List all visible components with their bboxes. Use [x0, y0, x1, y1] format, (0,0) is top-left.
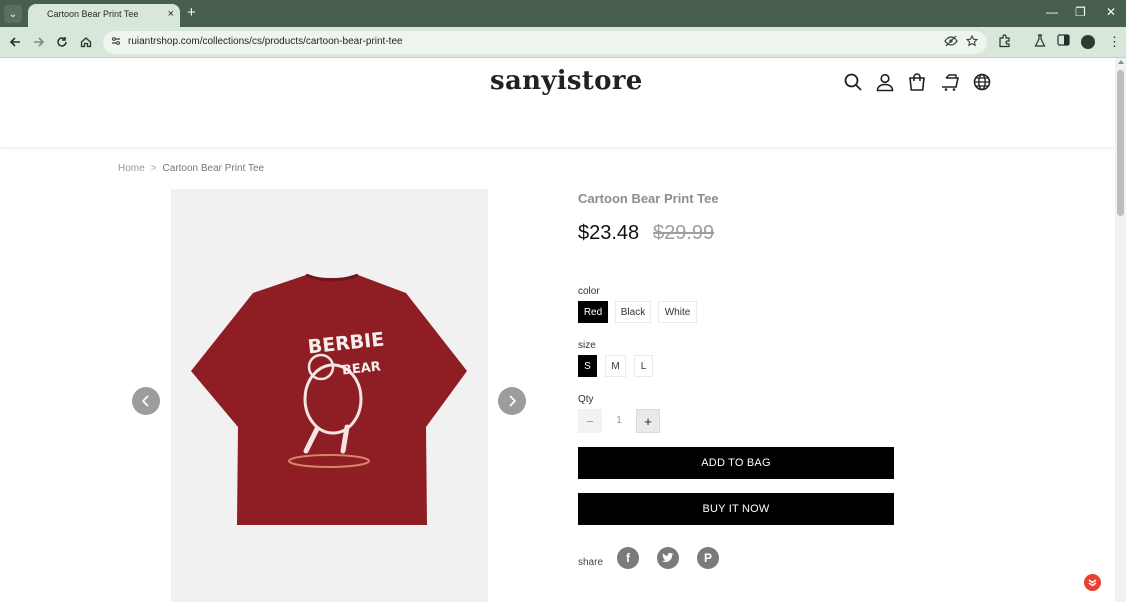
size-option-label: size: [578, 340, 596, 351]
product-price: $23.48: [578, 222, 640, 244]
scrollbar-thumb[interactable]: [1117, 70, 1124, 216]
eye-off-icon[interactable]: [944, 35, 958, 51]
search-icon[interactable]: [843, 72, 863, 92]
tab-close-icon[interactable]: ×: [168, 8, 174, 20]
minimize-button[interactable]: —: [1046, 4, 1058, 20]
color-swatch-white[interactable]: White: [658, 301, 697, 323]
breadcrumb-current: Cartoon Bear Print Tee: [162, 163, 265, 174]
cart-icon[interactable]: [940, 72, 960, 92]
tab-search-chevron-icon[interactable]: ⌄: [4, 5, 22, 23]
chevron-left-icon: [141, 395, 149, 407]
size-option-m[interactable]: M: [605, 355, 626, 377]
color-swatch-red[interactable]: Red: [578, 301, 608, 323]
web-page: sanyistore Home > Cartoon Bear Print Tee B…: [0, 58, 1115, 602]
share-label: share: [578, 557, 604, 568]
gallery-next-button[interactable]: [498, 387, 526, 415]
qty-input[interactable]: 1: [608, 415, 630, 426]
new-tab-button[interactable]: +: [187, 4, 196, 22]
side-panel-icon[interactable]: [1057, 34, 1070, 50]
color-option-label: color: [578, 286, 600, 297]
labs-flask-icon[interactable]: [1034, 34, 1046, 52]
buy-it-now-button[interactable]: BUY IT NOW: [578, 493, 894, 525]
tab-title: Cartoon Bear Print Tee: [47, 9, 139, 19]
globe-icon[interactable]: [972, 72, 992, 92]
qty-decrease-button[interactable]: −: [578, 409, 602, 433]
page-scrollbar[interactable]: [1115, 58, 1126, 602]
size-option-l[interactable]: L: [634, 355, 653, 377]
maximize-button[interactable]: ❐: [1075, 4, 1086, 20]
qty-increase-button[interactable]: +: [636, 409, 660, 433]
facebook-icon[interactable]: f: [617, 547, 639, 569]
twitter-icon[interactable]: [657, 547, 679, 569]
address-bar[interactable]: ruiantrshop.com/collections/cs/products/…: [103, 31, 987, 54]
site-info-icon[interactable]: [110, 35, 122, 51]
chevron-right-icon: [509, 395, 517, 407]
extensions-icon[interactable]: [998, 34, 1012, 52]
reload-icon[interactable]: [53, 33, 71, 51]
breadcrumb: Home > Cartoon Bear Print Tee: [118, 163, 264, 174]
url-text: ruiantrshop.com/collections/cs/products/…: [128, 36, 403, 47]
breadcrumb-separator: >: [150, 163, 157, 174]
product-image-red-tshirt: BERBIE BEAR: [191, 273, 467, 525]
chat-widget-icon[interactable]: [1084, 574, 1101, 591]
account-icon[interactable]: [875, 72, 895, 92]
browser-menu-icon[interactable]: ⋮: [1108, 34, 1121, 50]
product-title: Cartoon Bear Print Tee: [578, 191, 719, 206]
browser-tab-strip: ⌄ Cartoon Bear Print Tee × + — ❐ ✕: [0, 0, 1126, 27]
gallery-prev-button[interactable]: [132, 387, 160, 415]
product-compare-price: $29.99: [653, 222, 715, 244]
site-logo[interactable]: sanyistore: [490, 66, 643, 96]
product-image-gallery[interactable]: BERBIE BEAR: [171, 189, 488, 602]
close-window-button[interactable]: ✕: [1106, 4, 1116, 20]
bag-icon[interactable]: [907, 72, 927, 92]
home-icon[interactable]: [77, 33, 95, 51]
browser-tab[interactable]: Cartoon Bear Print Tee ×: [28, 4, 180, 27]
add-to-bag-button[interactable]: ADD TO BAG: [578, 447, 894, 479]
bookmark-star-icon[interactable]: [965, 34, 979, 51]
browser-toolbar: ruiantrshop.com/collections/cs/products/…: [0, 27, 1126, 58]
scroll-up-arrow-icon[interactable]: [1118, 60, 1124, 64]
site-header: sanyistore: [0, 58, 1115, 147]
color-swatch-black[interactable]: Black: [615, 301, 651, 323]
profile-avatar-icon[interactable]: [1081, 35, 1095, 49]
qty-label: Qty: [578, 394, 594, 405]
breadcrumb-home-link[interactable]: Home: [118, 163, 145, 174]
pinterest-icon[interactable]: P: [697, 547, 719, 569]
size-option-s[interactable]: S: [578, 355, 597, 377]
forward-icon[interactable]: [30, 33, 48, 51]
back-icon[interactable]: [6, 33, 24, 51]
